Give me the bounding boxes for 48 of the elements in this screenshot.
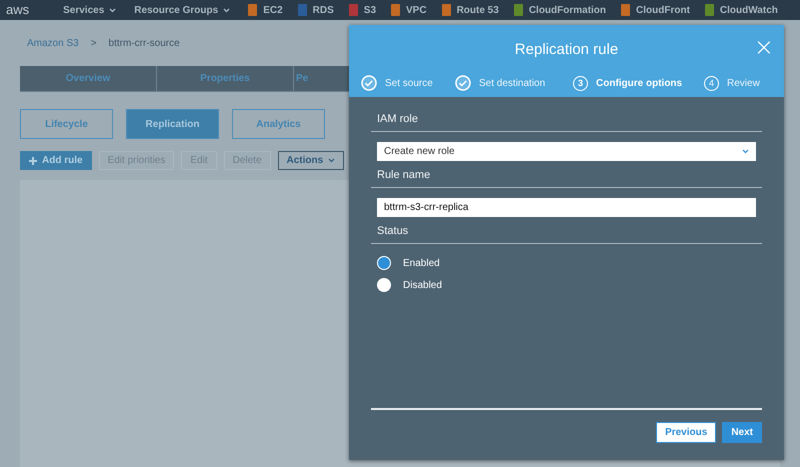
- service-shortcut[interactable]: Route 53: [442, 4, 499, 16]
- chevron-down-icon: [742, 149, 749, 154]
- step-number: 3: [573, 76, 588, 90]
- radio-button[interactable]: [377, 256, 391, 270]
- modal-title: Replication rule: [514, 41, 618, 60]
- section-tab[interactable]: Analytics: [232, 109, 325, 139]
- field-label: Rule name: [371, 169, 762, 188]
- radio-option[interactable]: Enabled: [377, 256, 756, 270]
- step-number: 4: [704, 76, 719, 90]
- section-tab[interactable]: Replication: [126, 109, 219, 139]
- caret-icon: [223, 8, 230, 12]
- field-label: IAM role: [371, 113, 762, 132]
- menu-dropdown[interactable]: Resource Groups: [134, 4, 230, 16]
- check-circle-icon: [455, 75, 471, 91]
- breadcrumb-separator: >: [90, 38, 97, 51]
- wizard-step[interactable]: 4 Review: [704, 75, 764, 91]
- caret-icon: [328, 158, 336, 163]
- service-shortcut[interactable]: CloudFormation: [514, 4, 606, 16]
- iam-role-select[interactable]: Create new role: [377, 142, 756, 161]
- toolbar-button[interactable]: Actions: [278, 151, 344, 170]
- previous-button[interactable]: Previous: [656, 422, 716, 443]
- close-button[interactable]: ×: [754, 35, 774, 59]
- field-label: Status: [371, 225, 762, 244]
- aws-logo[interactable]: aws: [6, 4, 30, 16]
- breadcrumb-link[interactable]: Amazon S3: [27, 38, 79, 66]
- wizard-step[interactable]: Set destination: [455, 75, 573, 91]
- service-shortcut[interactable]: RDS: [298, 4, 334, 16]
- menu-dropdown[interactable]: Services: [63, 4, 116, 16]
- toolbar-button[interactable]: Add rule: [20, 151, 92, 170]
- service-shortcut[interactable]: S3: [348, 4, 376, 16]
- check-circle-icon: [361, 75, 377, 91]
- service-shortcut[interactable]: CloudFront: [621, 4, 690, 16]
- plus-icon: [29, 156, 37, 164]
- radio-option[interactable]: Disabled: [377, 278, 756, 292]
- section-tab[interactable]: Lifecycle: [20, 109, 113, 139]
- rule-name-input[interactable]: bttrm-s3-crr-replica: [377, 198, 756, 217]
- tab[interactable]: Pe: [294, 66, 349, 91]
- tab[interactable]: Overview: [20, 66, 157, 91]
- service-shortcut[interactable]: EC2: [248, 4, 283, 16]
- wizard-step[interactable]: Set source: [361, 75, 455, 91]
- caret-icon: [109, 8, 116, 12]
- service-shortcut[interactable]: VPC: [391, 4, 427, 16]
- wizard-step[interactable]: 3 Configure options: [573, 75, 704, 91]
- next-button[interactable]: Next: [722, 422, 762, 443]
- radio-button[interactable]: [377, 278, 391, 292]
- service-shortcut[interactable]: CloudWatch: [704, 4, 778, 16]
- breadcrumb-current: bttrm-crr-source: [108, 38, 180, 51]
- tab[interactable]: Properties: [157, 66, 294, 91]
